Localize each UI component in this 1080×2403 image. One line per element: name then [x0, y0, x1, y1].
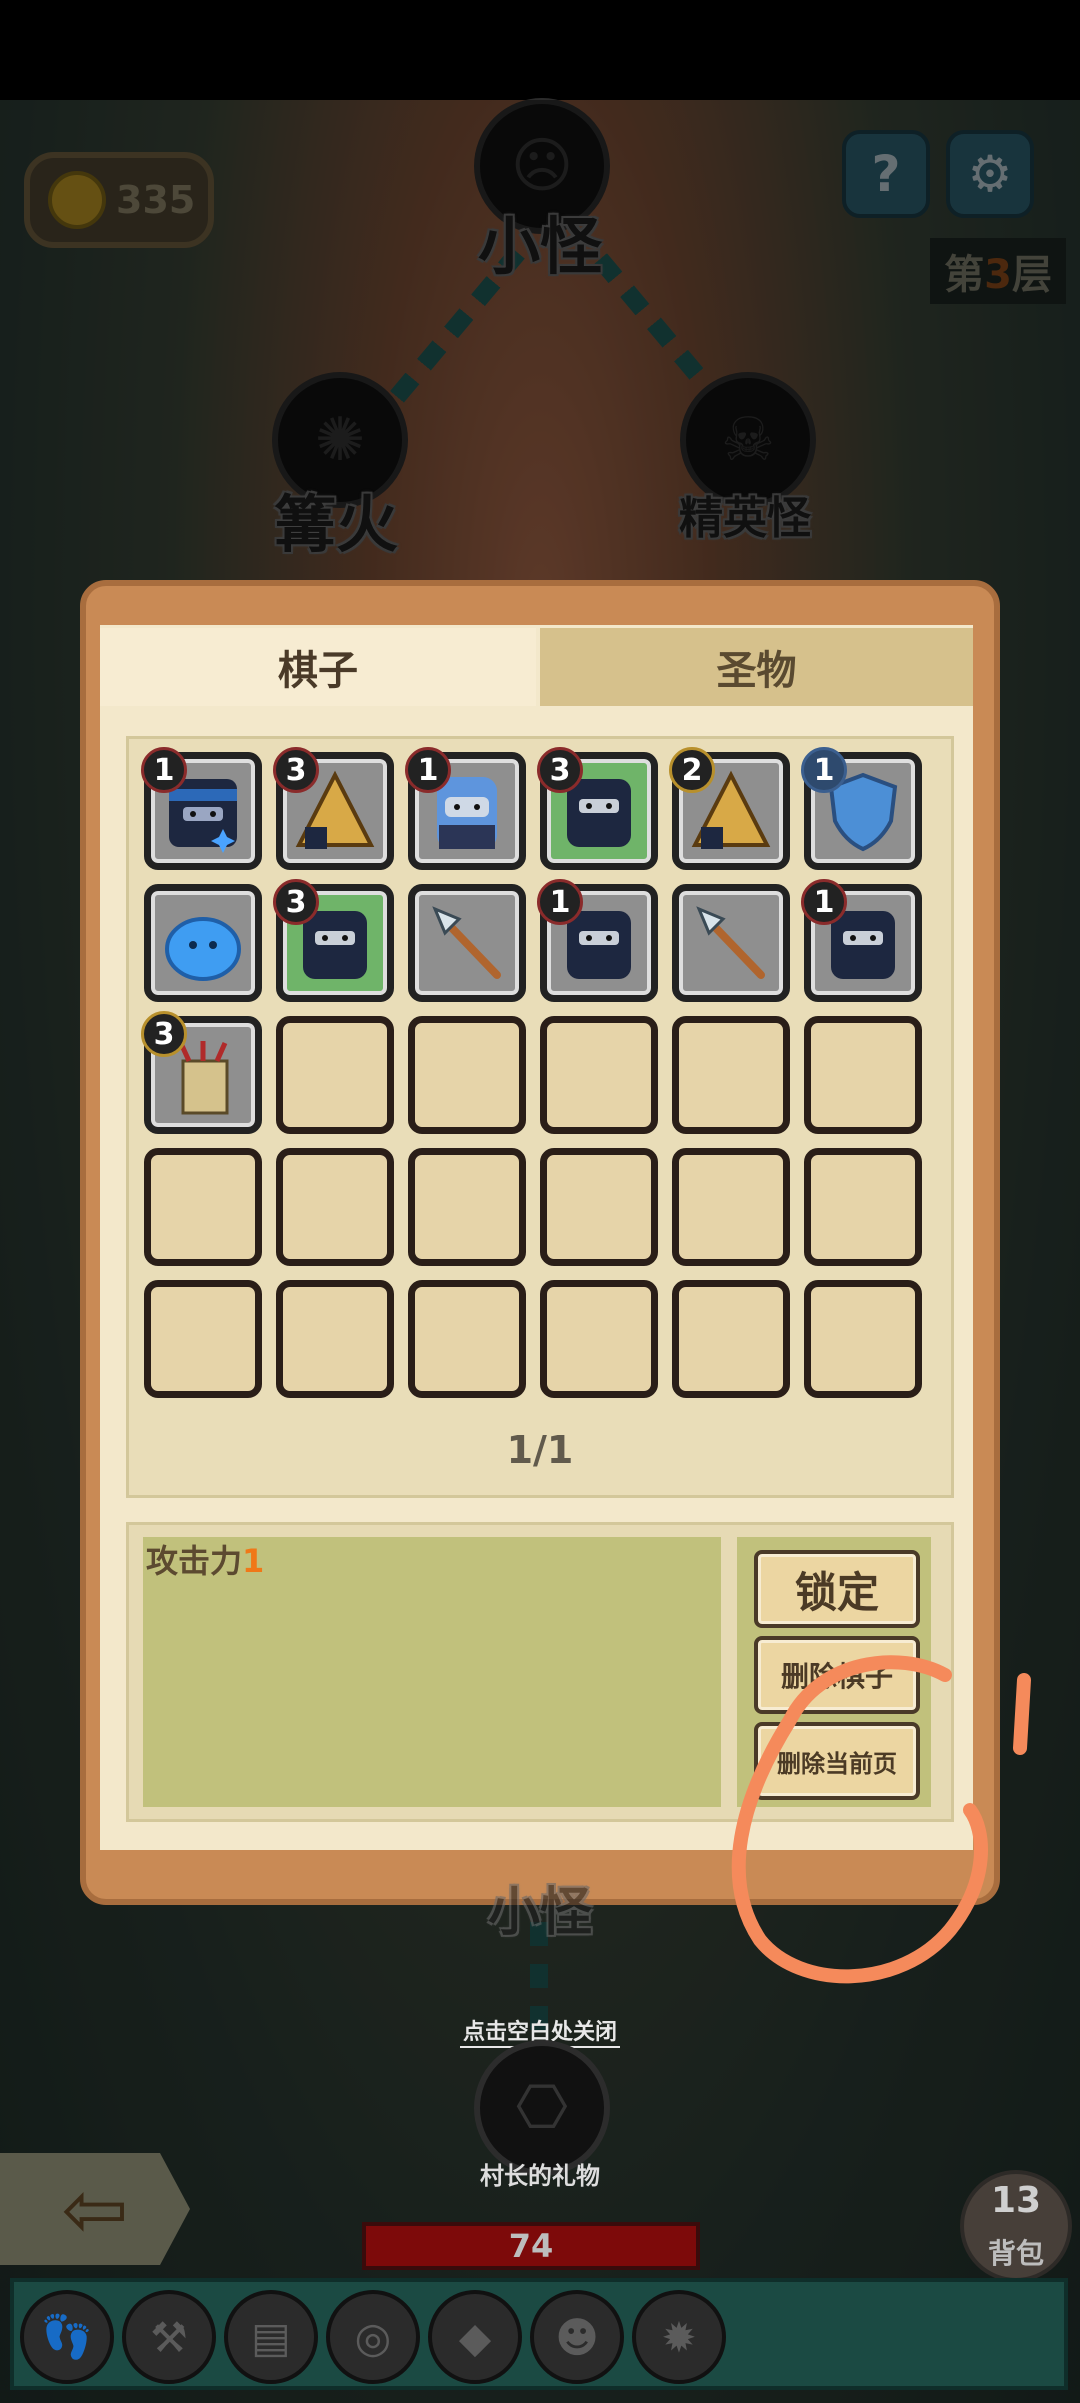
annotation-circle: [731, 1655, 1031, 1984]
